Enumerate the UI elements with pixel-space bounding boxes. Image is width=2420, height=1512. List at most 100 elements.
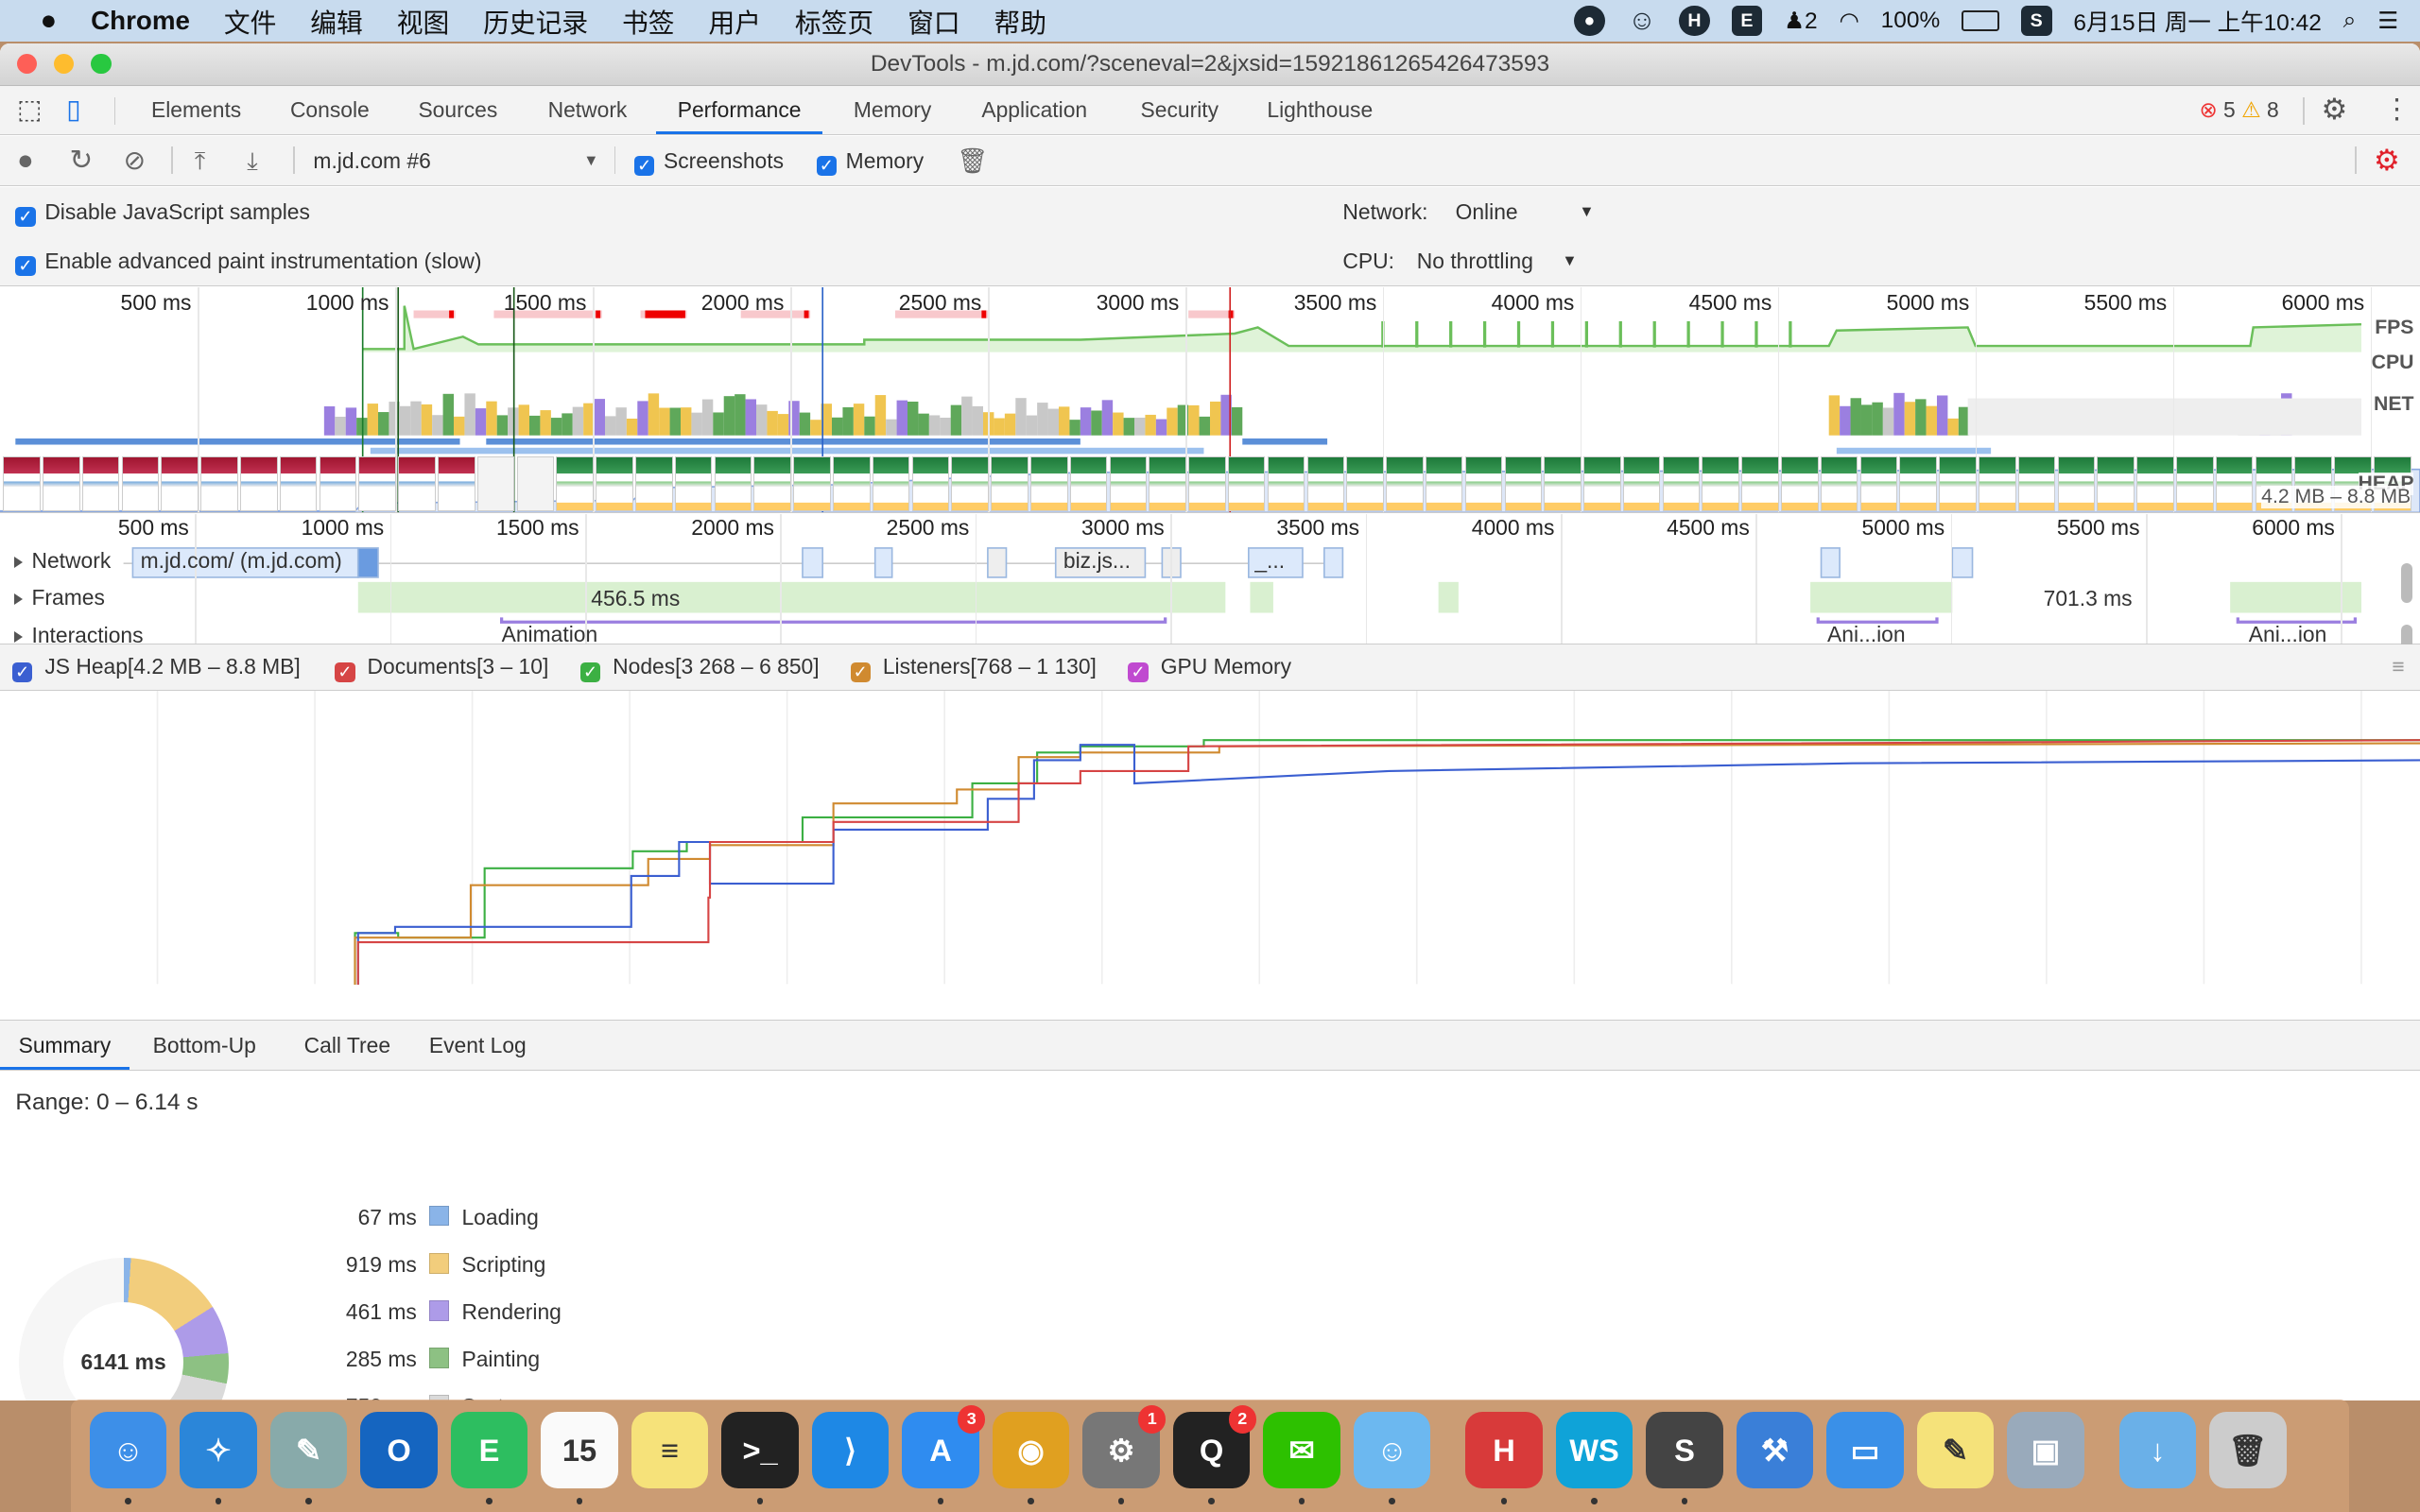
screenshot-thumbnail[interactable]: [398, 456, 436, 511]
device-toolbar-icon[interactable]: ▯: [66, 86, 80, 134]
tab-console[interactable]: Console: [290, 86, 370, 134]
screenshot-thumbnail[interactable]: [438, 456, 475, 511]
screenshot-thumbnail[interactable]: [2017, 456, 2056, 511]
screenshot-thumbnail[interactable]: [872, 456, 910, 511]
advanced-paint-checkbox[interactable]: ✓ Enable advanced paint instrumentation (…: [15, 236, 482, 285]
tab-security[interactable]: Security: [1141, 86, 1219, 134]
zoom-window-button[interactable]: [91, 54, 112, 75]
notification-center-icon[interactable]: ☰: [2377, 7, 2398, 35]
tab-memory[interactable]: Memory: [854, 86, 932, 134]
tab-summary[interactable]: Summary: [0, 1021, 130, 1071]
frame-duration-label[interactable]: 701.3 ms: [2044, 586, 2133, 611]
cpu-throttle-select[interactable]: No throttling ▼: [1417, 236, 1578, 285]
menu-app-name[interactable]: Chrome: [91, 6, 190, 36]
screenshot-thumbnail[interactable]: [1583, 456, 1621, 511]
tab-sources[interactable]: Sources: [418, 86, 497, 134]
collect-garbage-trash-icon[interactable]: 🗑: [957, 136, 988, 185]
dock-system-preferences-icon[interactable]: ⚙ 1: [1082, 1405, 1167, 1489]
menu-item[interactable]: 文件: [224, 2, 277, 40]
tab-event-log[interactable]: Event Log: [429, 1021, 527, 1070]
dock-messages-icon[interactable]: ☺: [1353, 1411, 1431, 1489]
screenshot-thumbnail[interactable]: [1662, 456, 1701, 511]
dock-simulator-icon[interactable]: ▭: [1826, 1411, 1904, 1489]
tab-bottom-up[interactable]: Bottom-Up: [153, 1021, 256, 1070]
dock-chrome-icon[interactable]: ◉: [992, 1411, 1070, 1489]
screenshot-thumbnail[interactable]: [2176, 456, 2214, 511]
dock-stickies-icon[interactable]: ✎: [1916, 1411, 1995, 1489]
screenshot-thumbnail[interactable]: [674, 456, 713, 511]
more-options-icon[interactable]: ⋮: [2383, 86, 2411, 134]
screenshot-thumbnail[interactable]: [634, 456, 673, 511]
screenshot-thumbnail[interactable]: [714, 456, 752, 511]
screenshot-thumbnail[interactable]: [1109, 456, 1148, 511]
screenshot-thumbnail[interactable]: [793, 456, 831, 511]
resize-handle-icon[interactable]: ≡: [2392, 644, 2404, 689]
screenshots-checkbox[interactable]: ✓ Screenshots: [634, 136, 784, 185]
record-button[interactable]: ●: [17, 136, 34, 185]
disable-js-samples-checkbox[interactable]: ✓ Disable JavaScript samples: [15, 187, 310, 236]
counter-checkbox[interactable]: ✓ Nodes[3 268 – 6 850]: [579, 644, 820, 689]
sogou-input-icon[interactable]: S: [2020, 5, 2052, 37]
dock-calendar-icon[interactable]: 15: [541, 1411, 618, 1489]
screenshot-thumbnail[interactable]: [1346, 456, 1384, 511]
screenshot-thumbnail[interactable]: [319, 456, 357, 511]
settings-gear-icon[interactable]: ⚙: [2322, 86, 2348, 134]
wechat-status-icon[interactable]: ●: [1574, 5, 1605, 37]
screenshot-thumbnail[interactable]: [121, 456, 160, 511]
dock-qq-icon[interactable]: Q2: [1172, 1405, 1256, 1489]
wifi-icon[interactable]: ◠: [1839, 7, 1858, 35]
screenshot-thumbnail[interactable]: [991, 456, 1028, 511]
clock[interactable]: 6月15日 周一 上午10:42: [2073, 5, 2321, 38]
expand-triangle-icon[interactable]: [13, 630, 23, 643]
screenshot-thumbnail[interactable]: [832, 456, 871, 511]
tab-lighthouse[interactable]: Lighthouse: [1267, 86, 1373, 134]
load-profile-button[interactable]: ⤒: [195, 136, 206, 185]
clear-button[interactable]: ⊘: [124, 136, 146, 185]
screenshot-thumbnail[interactable]: [516, 456, 555, 511]
capture-settings-gear-icon[interactable]: ⚙: [2374, 136, 2400, 185]
profile-select[interactable]: m.jd.com #6 ▼: [313, 136, 598, 185]
network-request[interactable]: _...: [1254, 548, 1285, 574]
tab-elements[interactable]: Elements: [151, 86, 241, 134]
spotlight-search-icon[interactable]: ⌕: [2343, 8, 2357, 34]
tab-application[interactable]: Application: [981, 86, 1087, 134]
menu-item[interactable]: 编辑: [310, 2, 363, 40]
dock-hbuilder-icon[interactable]: H: [1465, 1411, 1543, 1489]
screenshot-thumbnail[interactable]: [1029, 456, 1068, 511]
screenshot-thumbnail[interactable]: [596, 456, 633, 511]
dock-outlook-icon[interactable]: O: [360, 1411, 438, 1489]
screenshot-thumbnail[interactable]: [911, 456, 950, 511]
screenshot-thumbnail[interactable]: [1781, 456, 1819, 511]
screenshot-thumbnail[interactable]: [1622, 456, 1661, 511]
dock-wechat-icon[interactable]: ✉: [1263, 1411, 1340, 1489]
save-profile-button[interactable]: ⤓: [247, 136, 258, 185]
close-window-button[interactable]: [16, 54, 38, 75]
screenshot-thumbnail[interactable]: [1464, 456, 1503, 511]
dock-webstorm-icon[interactable]: WS: [1555, 1411, 1634, 1489]
dock-finder-icon[interactable]: ☺: [89, 1411, 167, 1489]
timeline-overview[interactable]: 500 ms 1000 ms 1500 ms 2000 ms 2500 ms 3000 m…: [0, 286, 2420, 514]
network-request-main-document[interactable]: m.jd.com/ (m.jd.com): [141, 548, 357, 574]
tab-call-tree[interactable]: Call Tree: [304, 1021, 390, 1070]
dock-vscode-icon[interactable]: ⟩: [811, 1411, 890, 1489]
interaction-label[interactable]: Ani...ion: [1827, 622, 1906, 647]
screenshot-thumbnail[interactable]: [2057, 456, 2096, 511]
screenshot-thumbnail[interactable]: [2136, 456, 2174, 511]
screenshot-thumbnail[interactable]: [556, 456, 594, 511]
screenshot-thumbnail[interactable]: [1386, 456, 1424, 511]
vertical-scrollbar[interactable]: [2401, 562, 2412, 604]
counter-checkbox[interactable]: ✓ GPU Memory: [1128, 644, 1291, 689]
menu-item[interactable]: 窗口: [908, 2, 960, 40]
screenshot-thumbnail[interactable]: [1859, 456, 1898, 511]
screenshot-thumbnail[interactable]: [358, 456, 396, 511]
screenshot-thumbnail[interactable]: [1544, 456, 1582, 511]
screenshot-thumbnail[interactable]: [1425, 456, 1463, 511]
menu-item[interactable]: 用户: [708, 2, 761, 40]
dock-app-store-icon[interactable]: A3: [902, 1405, 986, 1489]
screenshot-thumbnail[interactable]: [43, 456, 80, 511]
issues-counter[interactable]: ⊗ 5 ⚠ 8: [2200, 86, 2279, 134]
screenshot-thumbnail[interactable]: [1979, 456, 2016, 511]
menu-item[interactable]: 视图: [397, 2, 450, 40]
menu-item[interactable]: 书签: [622, 2, 675, 40]
dock-trash-icon[interactable]: 🗑: [2209, 1411, 2287, 1489]
